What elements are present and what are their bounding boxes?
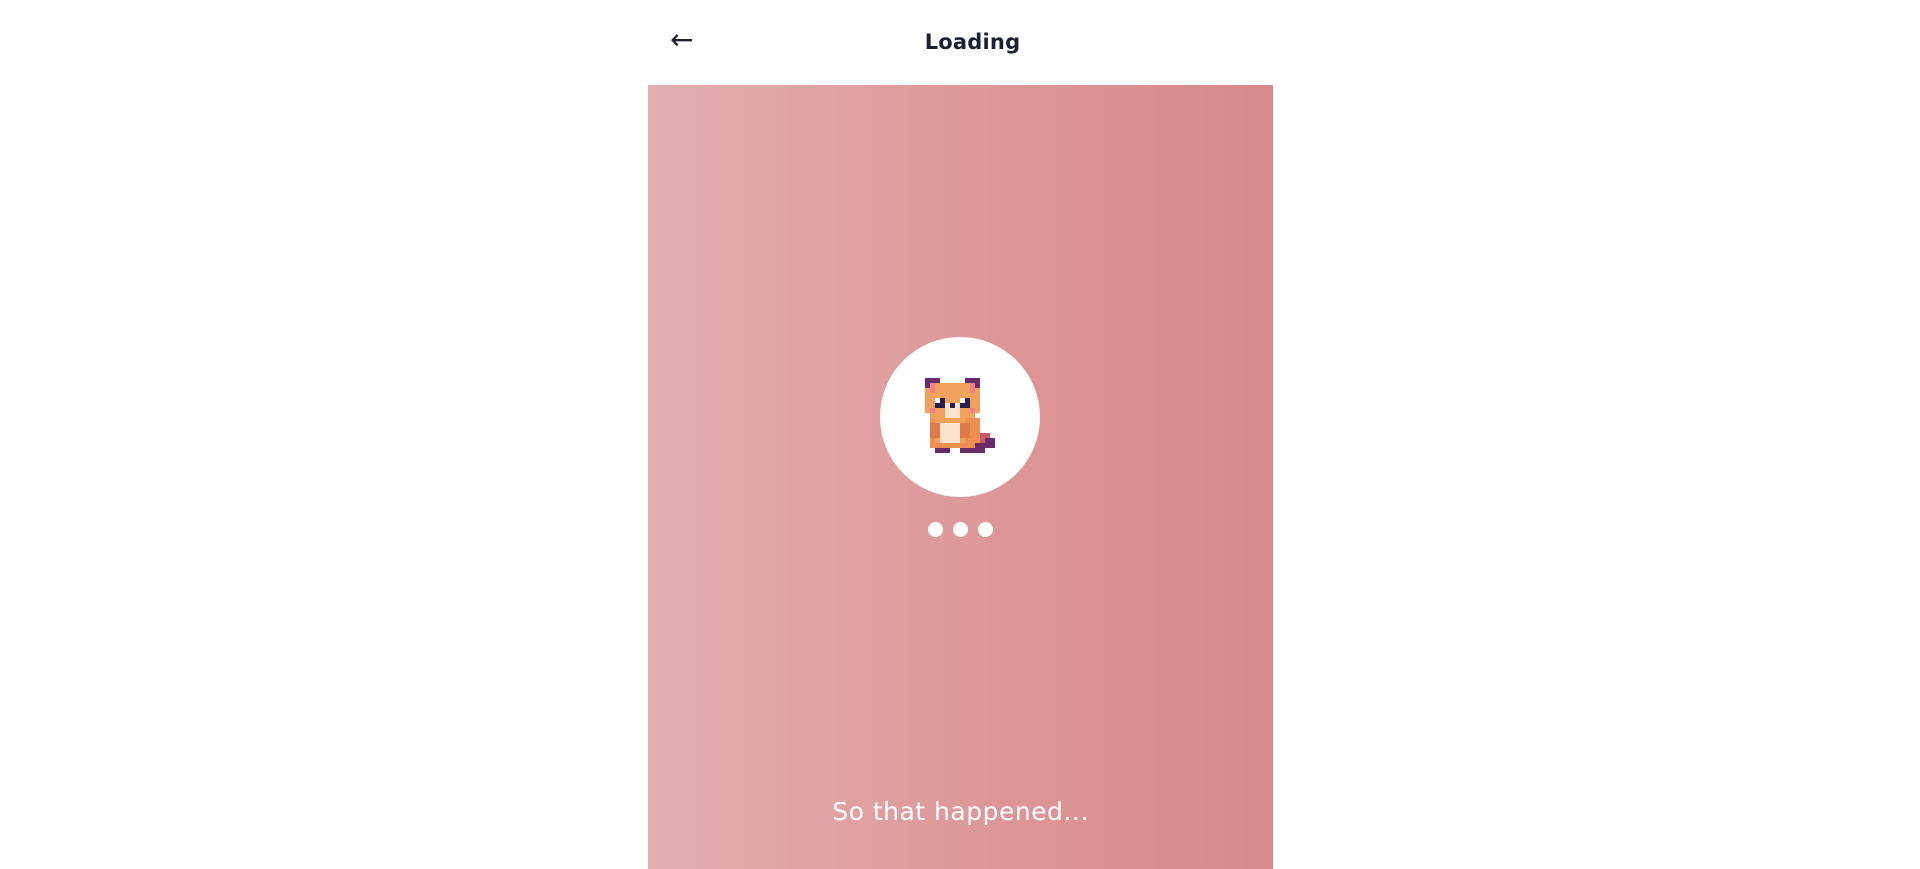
loading-message: So that happened...	[832, 797, 1089, 826]
loading-screen: ← Loading So that happened...	[648, 0, 1273, 869]
loading-dot	[978, 522, 993, 537]
loading-panel: So that happened...	[648, 85, 1273, 869]
bear-cub-icon	[925, 378, 995, 453]
mascot-avatar	[880, 337, 1040, 497]
loading-dot	[953, 522, 968, 537]
loading-dot	[928, 522, 943, 537]
header: ← Loading	[648, 0, 1273, 85]
page-title: Loading	[924, 30, 1021, 54]
loading-indicator	[648, 522, 1273, 537]
